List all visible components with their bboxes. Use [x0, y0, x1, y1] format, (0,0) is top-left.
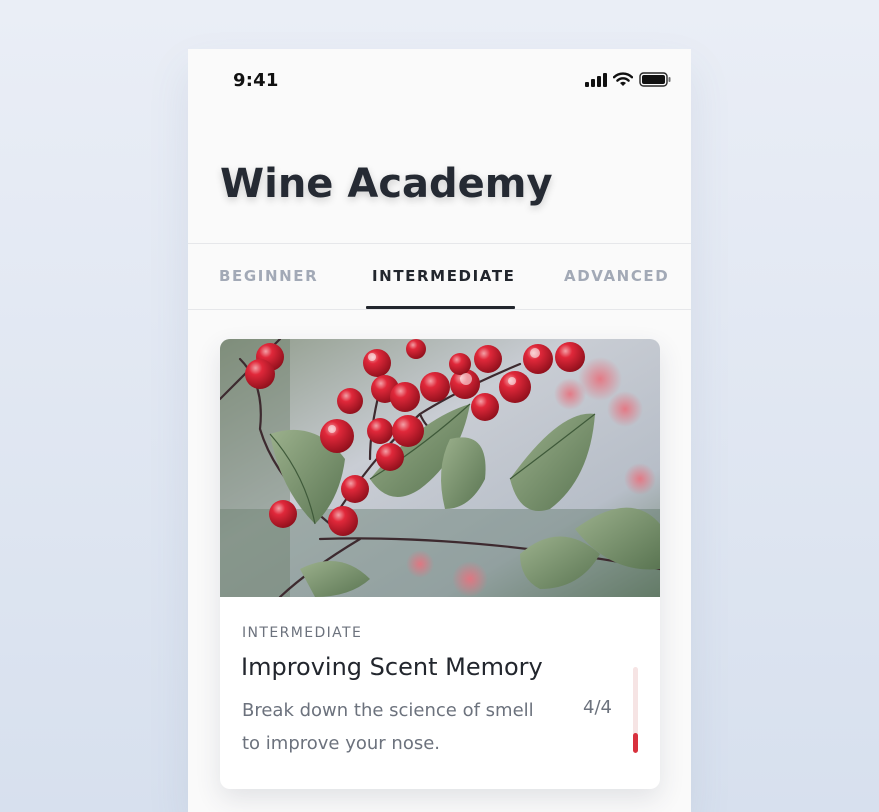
phone-screen: 9:41 Wine Academy BEGINNER INTERMEDIATE [188, 49, 691, 812]
status-bar: 9:41 [188, 49, 691, 109]
tab-beginner[interactable]: BEGINNER [219, 244, 318, 309]
status-icons [585, 72, 671, 87]
course-progress-fill [633, 733, 638, 753]
course-progress-text: 4/4 [583, 697, 612, 718]
signal-icon [585, 72, 607, 87]
course-description: Break down the science of smell to impro… [242, 700, 534, 754]
level-tabs: BEGINNER INTERMEDIATE ADVANCED [188, 243, 691, 310]
course-title: Improving Scent Memory [241, 653, 543, 681]
battery-icon [639, 72, 671, 87]
course-level-label: INTERMEDIATE [242, 625, 363, 641]
active-tab-indicator [366, 306, 515, 309]
status-time: 9:41 [233, 70, 279, 91]
course-progress-bar [633, 667, 638, 753]
tab-intermediate[interactable]: INTERMEDIATE [372, 244, 516, 309]
course-card[interactable]: INTERMEDIATE Improving Scent Memory Brea… [220, 339, 660, 789]
page-title: Wine Academy [220, 161, 553, 207]
tab-advanced[interactable]: ADVANCED [564, 244, 669, 309]
wifi-icon [613, 72, 633, 86]
red-berries-photo [220, 339, 660, 597]
